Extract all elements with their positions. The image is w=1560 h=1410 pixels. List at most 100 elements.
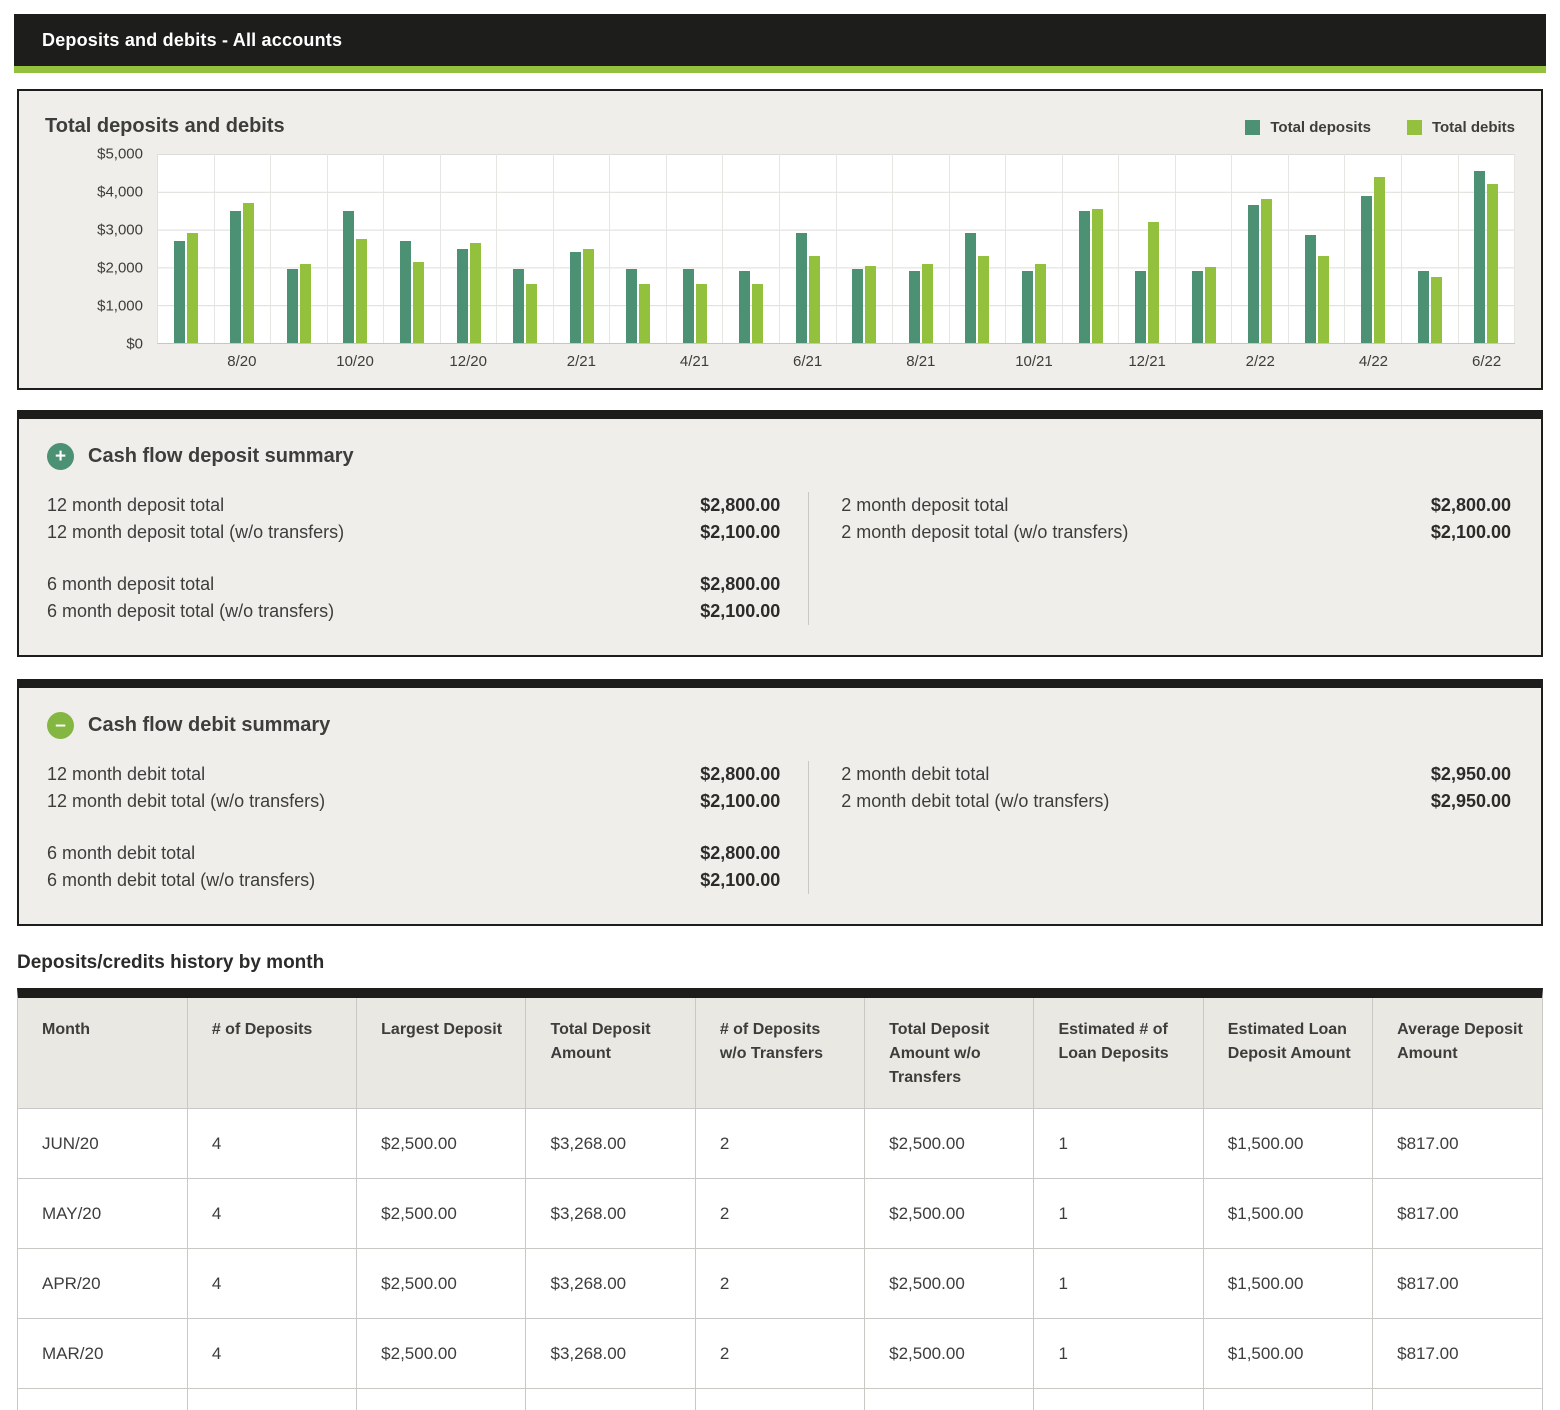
summary-label: 6 month deposit total bbox=[47, 571, 214, 598]
chart-plot bbox=[157, 154, 1515, 344]
bar-group bbox=[1063, 154, 1120, 343]
debit-bar bbox=[922, 264, 933, 343]
summary-row: 12 month debit total (w/o transfers) $2,1… bbox=[47, 788, 780, 815]
summary-group: 6 month debit total$2,800.006 month debi… bbox=[47, 840, 780, 894]
deposit-bar bbox=[909, 271, 920, 343]
column-header: # of Deposits bbox=[187, 998, 356, 1109]
plus-icon[interactable]: + bbox=[47, 443, 74, 470]
table-cell: $3,268.00 bbox=[526, 1319, 695, 1389]
summary-row: 2 month deposit total (w/o transfers)$2,… bbox=[841, 519, 1511, 546]
summary-label: 6 month debit total bbox=[47, 840, 195, 867]
debit-bar bbox=[526, 284, 537, 343]
bar-group bbox=[780, 154, 837, 343]
bar-group bbox=[271, 154, 328, 343]
summary-group: 12 month debit total$2,800.0012 month de… bbox=[47, 761, 780, 815]
table-cell: MAY/20 bbox=[18, 1179, 187, 1249]
column-header: Average Deposit Amount bbox=[1373, 998, 1542, 1109]
summary-value: $2,800.00 bbox=[700, 571, 780, 598]
bar-group bbox=[723, 154, 780, 343]
x-tick-label: 12/21 bbox=[1119, 353, 1176, 370]
table-cell: 2 bbox=[695, 1109, 864, 1179]
debit-summary-title-row: – Cash flow debit summary bbox=[47, 712, 1511, 739]
debit-summary-right-column: 2 month debit total$2,950.002 month debi… bbox=[809, 761, 1511, 894]
table-row: MAY/204$2,500.00$3,268.002$2,500.001$1,5… bbox=[18, 1179, 1542, 1249]
y-tick-label: $1,000 bbox=[97, 298, 143, 315]
y-tick-label: $3,000 bbox=[97, 222, 143, 239]
summary-label: 2 month debit total (w/o transfers) bbox=[841, 788, 1109, 815]
bar-group bbox=[384, 154, 441, 343]
deposit-bar bbox=[1022, 271, 1033, 343]
table-cell: APR/20 bbox=[18, 1249, 187, 1319]
summary-label: 12 month debit total (w/o transfers) bbox=[47, 788, 325, 815]
minus-icon[interactable]: – bbox=[47, 712, 74, 739]
report-title: Deposits and debits - All accounts bbox=[42, 30, 342, 51]
table-cell bbox=[526, 1389, 695, 1410]
deposit-bar bbox=[570, 252, 581, 343]
summary-value: $2,800.00 bbox=[1431, 492, 1511, 519]
table-cell: $817.00 bbox=[1373, 1179, 1542, 1249]
debit-bar bbox=[1374, 177, 1385, 343]
table-cell bbox=[1034, 1389, 1203, 1410]
summary-value: $2,100.00 bbox=[700, 867, 780, 894]
x-tick-label bbox=[949, 353, 1006, 370]
table-cell: $1,500.00 bbox=[1203, 1319, 1372, 1389]
table-cell bbox=[695, 1389, 864, 1410]
debit-bar bbox=[809, 256, 820, 343]
bar-group bbox=[554, 154, 611, 343]
debit-bar bbox=[356, 239, 367, 343]
table-cell: $2,500.00 bbox=[357, 1319, 526, 1389]
summary-row: 2 month debit total (w/o transfers) $2,95… bbox=[841, 788, 1511, 815]
y-tick-label: $5,000 bbox=[97, 146, 143, 163]
summary-value: $2,950.00 bbox=[1431, 788, 1511, 815]
summary-group: 6 month deposit total $2,800.006 month de… bbox=[47, 571, 780, 625]
summary-row: 6 month deposit total $2,800.00 bbox=[47, 571, 780, 598]
deposit-bar bbox=[174, 241, 185, 343]
debit-bar bbox=[300, 264, 311, 343]
summary-label: 12 month deposit total (w/o transfers) bbox=[47, 519, 344, 546]
x-tick-label bbox=[1402, 353, 1459, 370]
history-table: Month# of DepositsLargest DepositTotal D… bbox=[17, 988, 1543, 1410]
table-cell: $3,268.00 bbox=[526, 1249, 695, 1319]
x-tick-label: 10/20 bbox=[327, 353, 384, 370]
bar-group bbox=[1176, 154, 1233, 343]
summary-row: 2 month debit total$2,950.00 bbox=[841, 761, 1511, 788]
summary-value: $2,100.00 bbox=[700, 598, 780, 625]
bar-group bbox=[1232, 154, 1289, 343]
table-cell bbox=[357, 1389, 526, 1410]
deposit-summary-content: 12 month deposit total$2,800.0012 month … bbox=[47, 492, 1511, 625]
chart-y-axis: $0$1,000$2,000$3,000$4,000$5,000 bbox=[45, 154, 157, 344]
summary-label: 6 month debit total (w/o transfers) bbox=[47, 867, 315, 894]
bar-group bbox=[1289, 154, 1346, 343]
x-tick-label: 6/21 bbox=[779, 353, 836, 370]
bar-group bbox=[610, 154, 667, 343]
deposit-bar bbox=[457, 249, 468, 344]
debit-bar bbox=[865, 266, 876, 343]
table-cell: 2 bbox=[695, 1179, 864, 1249]
summary-row: 6 month debit total (w/o transfers) $2,10… bbox=[47, 867, 780, 894]
deposit-bar bbox=[796, 233, 807, 343]
debit-bar bbox=[1431, 277, 1442, 343]
bar-group bbox=[158, 154, 215, 343]
bar-group bbox=[950, 154, 1007, 343]
table-cell: 4 bbox=[187, 1319, 356, 1389]
table-cell: $2,500.00 bbox=[357, 1109, 526, 1179]
table-row: MAR/204$2,500.00$3,268.002$2,500.001$1,5… bbox=[18, 1319, 1542, 1389]
summary-group: 2 month debit total$2,950.002 month debi… bbox=[841, 761, 1511, 815]
table-cell bbox=[187, 1389, 356, 1410]
column-header: Largest Deposit bbox=[357, 998, 526, 1109]
legend-item-debits: Total debits bbox=[1407, 119, 1515, 136]
bar-group bbox=[328, 154, 385, 343]
x-tick-label: 6/22 bbox=[1458, 353, 1515, 370]
deposit-bar bbox=[965, 233, 976, 343]
summary-value: $2,100.00 bbox=[700, 788, 780, 815]
summary-value: $2,950.00 bbox=[1431, 761, 1511, 788]
summary-row: 12 month debit total$2,800.00 bbox=[47, 761, 780, 788]
y-tick-label: $4,000 bbox=[97, 184, 143, 201]
table-row: APR/204$2,500.00$3,268.002$2,500.001$1,5… bbox=[18, 1249, 1542, 1319]
debit-bar bbox=[1205, 267, 1216, 343]
table-cell bbox=[865, 1389, 1034, 1410]
deposit-summary-right-column: 2 month deposit total$2,800.002 month de… bbox=[809, 492, 1511, 625]
x-tick-label bbox=[836, 353, 893, 370]
history-table-title: Deposits/credits history by month bbox=[17, 952, 1543, 974]
x-tick-label: 12/20 bbox=[440, 353, 497, 370]
